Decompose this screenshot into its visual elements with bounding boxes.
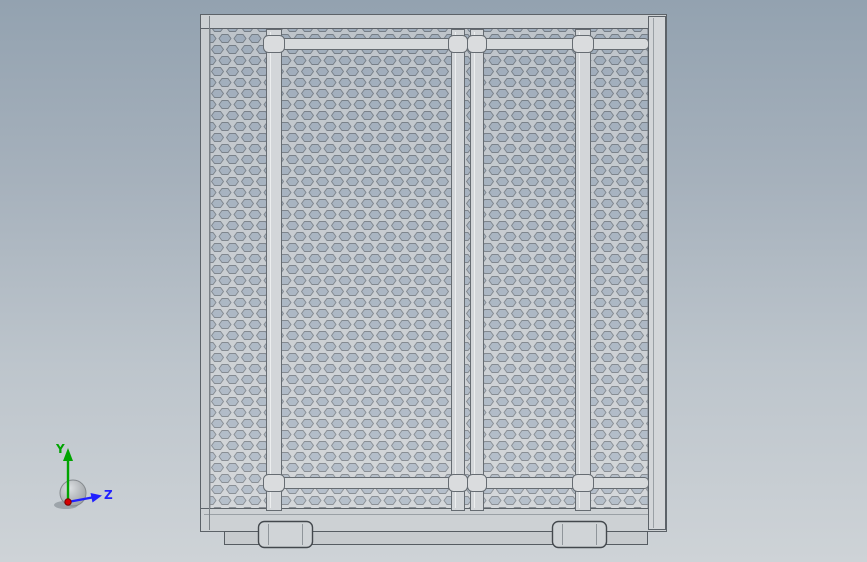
vertical-rail-2[interactable] (451, 29, 465, 511)
mesh-panel-model[interactable] (0, 0, 867, 562)
rail-cap[interactable] (448, 35, 468, 53)
rail-cap[interactable] (263, 35, 285, 53)
z-axis-label: Z (104, 488, 113, 502)
panel-foot-left[interactable] (257, 520, 314, 549)
rail-cap[interactable] (448, 474, 468, 492)
vertical-rail-4[interactable] (575, 29, 591, 511)
rail-cap[interactable] (263, 474, 285, 492)
y-axis-label: Y (55, 442, 65, 456)
orientation-triad[interactable]: Y Z (36, 436, 126, 522)
vertical-rail-1[interactable] (266, 29, 282, 511)
rail-cap[interactable] (467, 474, 487, 492)
rail-cap[interactable] (572, 474, 594, 492)
panel-foot-right[interactable] (551, 520, 608, 549)
rail-cap[interactable] (572, 35, 594, 53)
cad-viewport[interactable]: Y Z (0, 0, 867, 562)
x-axis-origin-dot[interactable] (64, 498, 72, 506)
panel-top-edge[interactable] (200, 14, 667, 29)
panel-right-flange[interactable] (648, 16, 666, 530)
rail-cap[interactable] (467, 35, 487, 53)
vertical-rail-3[interactable] (470, 29, 484, 511)
